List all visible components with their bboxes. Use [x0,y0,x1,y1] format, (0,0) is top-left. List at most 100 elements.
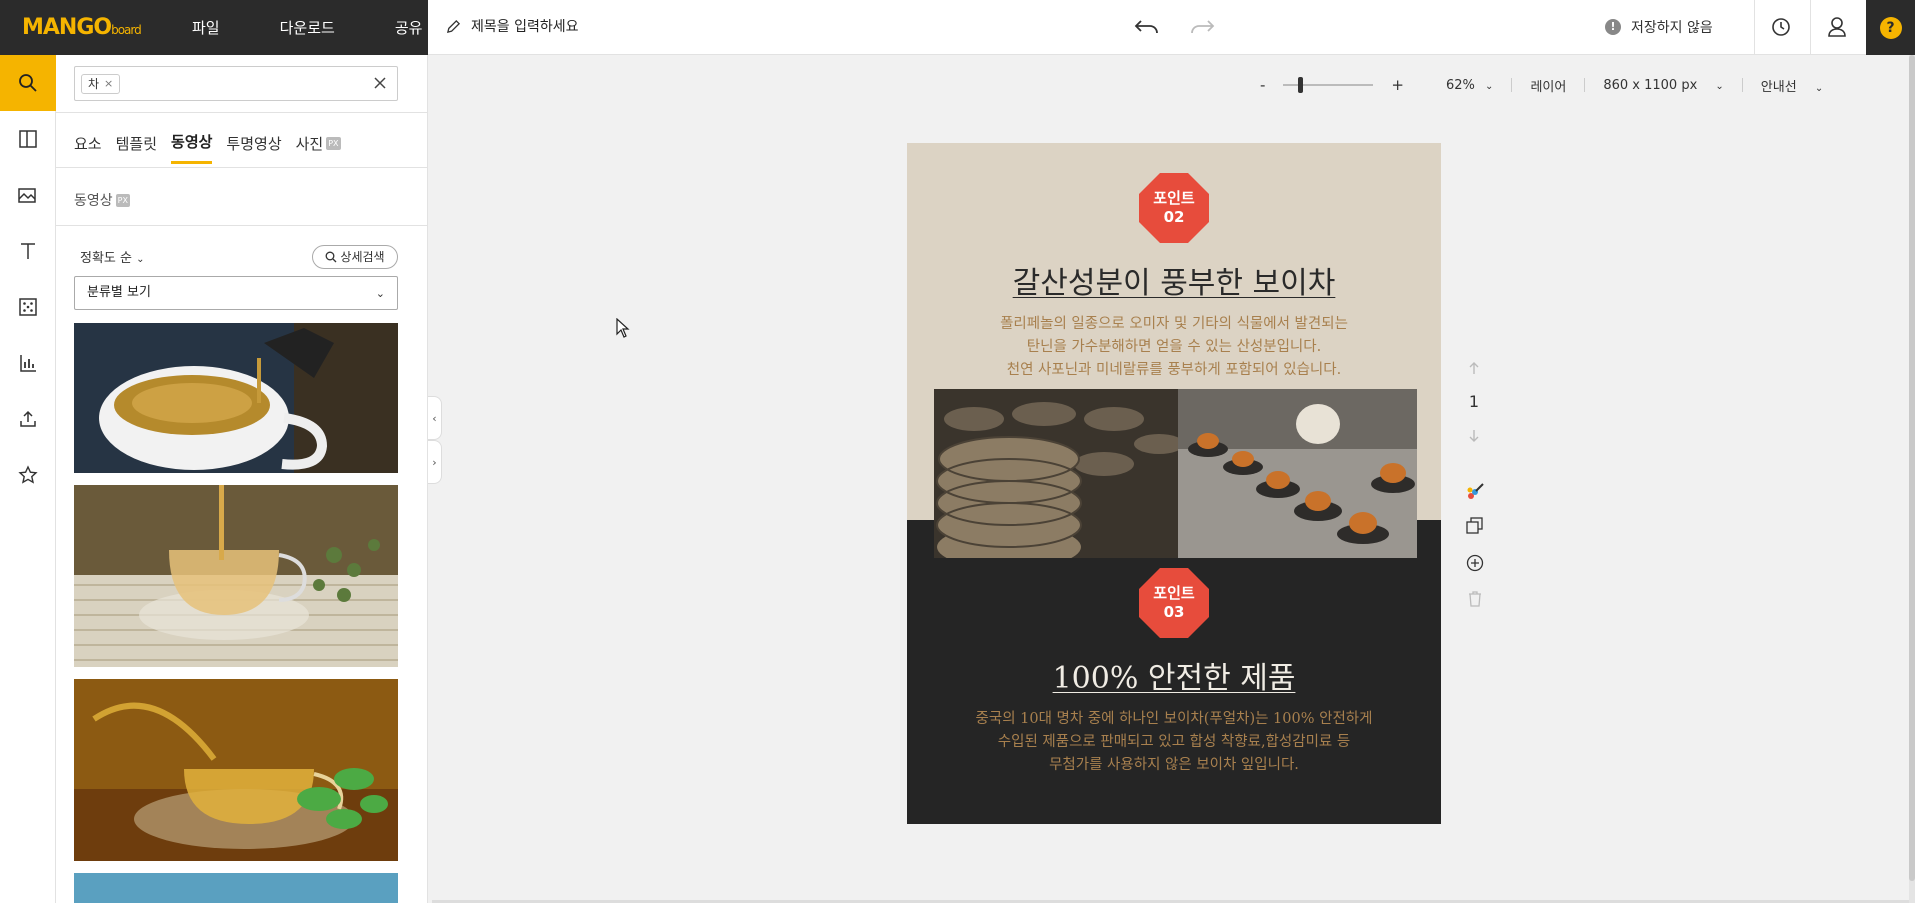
px-badge: PX [115,193,130,207]
delete-icon[interactable] [1466,590,1484,608]
tab-videos[interactable]: 동영상 [171,131,213,164]
search-chip[interactable]: 차 × [81,74,121,94]
collapse-panel-button[interactable]: ‹ [428,396,442,440]
menu-share[interactable]: 공유 [395,17,423,38]
close-icon[interactable] [373,76,387,90]
video-thumbnail[interactable] [74,679,398,861]
menu-file[interactable]: 파일 [192,17,220,38]
chevron-down-icon: ⌄ [136,254,145,265]
title-placeholder: 제목을 입력하세요 [471,19,579,35]
canvas-size-dropdown[interactable]: 860 x 1100 px ⌄ [1603,78,1723,93]
top-bar-brand-area: MANGOboard 파일 다운로드 공유 [0,0,428,55]
help-button[interactable]: ? [1866,0,1915,55]
paragraph-line: 수입된 제품으로 판매되고 있고 합성 착향료,합성감미료 등 [997,734,1351,750]
rail-search[interactable] [0,55,56,111]
arrow-down-icon[interactable] [1466,428,1482,444]
vertical-scrollbar[interactable] [1909,55,1915,903]
tab-photos[interactable]: 사진 PX [296,131,341,164]
tab-transparent-videos[interactable]: 투명영상 [226,131,281,164]
duplicate-icon[interactable] [1466,517,1484,535]
search-input[interactable]: 차 × [74,66,398,101]
menu-download[interactable]: 다운로드 [280,17,335,38]
pencil-icon [446,19,461,33]
divider [1810,0,1811,55]
tea-cups-image [1178,389,1417,558]
top-bar: MANGOboard 파일 다운로드 공유 제목을 입력하세요 ! 저장하지 않음… [0,0,1915,55]
search-tabs: 요소 템플릿 동영상 투명영상 사진 PX [74,131,355,164]
paragraph-line: 중국의 10대 명차 중에 하나인 보이차(푸얼차)는 100% 안전하게 [975,711,1373,727]
zoom-in-button[interactable]: + [1391,76,1404,94]
tea-set-photo[interactable] [1178,389,1417,558]
px-badge: PX [326,136,341,150]
design-canvas[interactable]: 포인트 02 갈산성분이 풍부한 보이차 폴리페놀의 일종으로 오미자 및 기타의… [907,143,1441,824]
text-icon [21,243,35,259]
tab-templates[interactable]: 템플릿 [116,131,157,164]
heading-2[interactable]: 100% 안전한 제품 [907,653,1441,697]
video-thumbnail[interactable] [74,485,398,667]
rail-text[interactable] [0,223,56,279]
section-title-text: 동영상 [74,193,113,209]
page-number: 1 [1468,392,1480,411]
rail-upload[interactable] [0,391,56,447]
sort-label: 정확도 순 [80,251,132,266]
badge-number: 03 [1163,603,1185,621]
tab-elements[interactable]: 요소 [74,131,102,164]
title-input[interactable]: 제목을 입력하세요 [446,16,579,36]
divider [56,167,427,168]
redo-icon[interactable] [1188,15,1216,39]
dice-icon [19,298,37,316]
zoom-level-dropdown[interactable]: 62% ⌄ [1446,78,1493,93]
zoom-slider[interactable] [1283,77,1374,93]
paragraph-1[interactable]: 폴리페놀의 일종으로 오미자 및 기타의 식물에서 발견되는 탄닌을 가수분해하… [907,313,1441,382]
color-picker-icon[interactable] [1466,481,1486,501]
rail-elements[interactable] [0,279,56,335]
add-page-icon[interactable] [1466,554,1484,572]
badge-label: 포인트 [1153,189,1195,207]
video-thumbnail[interactable] [74,323,398,473]
glass-tea-image [74,485,398,667]
sort-dropdown[interactable]: 정확도 순 ⌄ [80,247,145,266]
tea-cakes-image [934,389,1178,558]
pu-erh-cakes-photo[interactable] [934,389,1178,558]
zoom-out-button[interactable]: - [1260,76,1265,94]
rail-charts[interactable] [0,335,56,391]
layers-button[interactable]: 레이어 [1530,76,1566,95]
logo[interactable]: MANGOboard [22,15,172,40]
history-icon[interactable] [1770,15,1792,39]
arrow-up-icon[interactable] [1466,360,1482,376]
video-thumbnail[interactable] [74,873,398,903]
point-badge-03[interactable]: 포인트 03 [1139,568,1209,638]
star-icon [18,465,38,484]
user-icon[interactable] [1826,15,1848,39]
rail-favorites[interactable] [0,447,56,503]
search-panel: 차 × 요소 템플릿 동영상 투명영상 사진 PX 동영상 PX 정확도 순 ⌄ 상세… [56,55,428,903]
expand-panel-button[interactable]: › [428,440,442,484]
workspace-toolbar: - + 62% ⌄ 레이어 860 x 1100 px ⌄ 안내선 ⌄ [1260,74,1823,96]
rail-images[interactable] [0,167,56,223]
logo-small-text: board [111,23,142,37]
divider [56,112,427,113]
heading-1[interactable]: 갈산성분이 풍부한 보이차 [907,258,1441,302]
divider [56,225,427,226]
point-badge-02[interactable]: 포인트 02 [1139,173,1209,243]
advanced-search-button[interactable]: 상세검색 [312,245,398,269]
paragraph-line: 무첨가를 사용하지 않은 보이차 잎입니다. [1049,757,1299,773]
scrollbar-thumb[interactable] [1909,55,1915,881]
search-icon [19,74,37,92]
guides-label: 안내선 [1760,79,1797,95]
badge-label: 포인트 [1153,584,1195,602]
undo-icon[interactable] [1133,15,1161,39]
zoom-level-value: 62% [1446,77,1475,93]
paragraph-line: 탄닌을 가수분해하면 얻을 수 있는 산성분입니다. [1026,339,1322,355]
chevron-down-icon: ⌄ [375,287,385,300]
zoom-slider-handle[interactable] [1298,77,1304,93]
bar-chart-icon [20,355,36,372]
category-select[interactable]: 분류별 보기 ⌄ [74,276,398,310]
chip-remove-icon[interactable]: × [104,75,113,93]
divider [1754,0,1755,55]
logo-text: MANGO [22,15,112,40]
mint-tea-image [74,679,398,861]
guides-dropdown[interactable]: 안내선 ⌄ [1761,76,1823,95]
rail-templates[interactable] [0,111,56,167]
paragraph-2[interactable]: 중국의 10대 명차 중에 하나인 보이차(푸얼차)는 100% 안전하게 수입… [907,708,1441,777]
